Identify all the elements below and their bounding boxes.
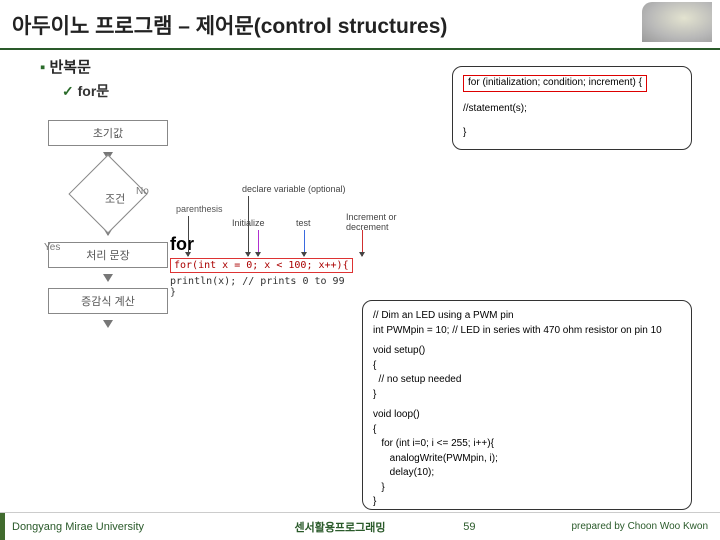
slide-title: 아두이노 프로그램 – 제어문(control structures)	[12, 10, 708, 40]
footer: Dongyang Mirae University 센서활용프로그래밍 59 p…	[0, 512, 720, 540]
ex-line: {	[373, 359, 681, 374]
ex-line: analogWrite(PWMpin, i);	[373, 452, 681, 467]
bullet1-text: 반복문	[50, 59, 91, 76]
example-panel: // Dim an LED using a PWM pin int PWMpin…	[362, 300, 692, 510]
flow-init: 초기값	[48, 120, 168, 146]
arrow-icon	[103, 320, 113, 328]
ex-line: }	[373, 495, 681, 510]
ex-line: void setup()	[373, 344, 681, 359]
illus-code: for(int x = 0; x < 100; x++){	[170, 258, 353, 273]
illus-println: println(x); // prints 0 to 99	[170, 276, 345, 287]
bullet2-text: for문	[78, 83, 110, 99]
ex-line: }	[373, 388, 681, 403]
arrow-icon	[258, 230, 259, 256]
ex-line: for (int i=0; i <= 255; i++){	[373, 437, 681, 452]
label-parenthesis: parenthesis	[176, 204, 223, 214]
flow-proc: 처리 문장	[48, 242, 168, 268]
arrow-icon	[248, 196, 249, 256]
logo-image	[642, 2, 712, 42]
flow-yes: Yes	[44, 242, 60, 253]
syntax-line3: }	[463, 126, 681, 141]
flowchart: 초기값 조건 Yes No 처리 문장 증감식 계산	[48, 120, 168, 334]
ex-line: // no setup needed	[373, 373, 681, 388]
syntax-line2: //statement(s);	[463, 102, 681, 117]
footer-author: prepared by Choon Woo Kwon	[489, 521, 708, 532]
arrow-icon	[304, 230, 305, 256]
footer-course: 센서활용프로그래밍	[231, 519, 450, 535]
footer-page: 59	[449, 521, 489, 533]
arrow-icon	[103, 274, 113, 282]
ex-line: void loop()	[373, 408, 681, 423]
ex-line: }	[373, 481, 681, 496]
ex-line: {	[373, 423, 681, 438]
ex-line: // Dim an LED using a PWM pin	[373, 309, 681, 324]
arrow-icon	[362, 230, 363, 256]
flow-step: 증감식 계산	[48, 288, 168, 314]
arrow-icon	[188, 216, 189, 256]
syntax-line1: for (initialization; condition; incremen…	[463, 75, 647, 92]
flow-cond: 조건	[87, 170, 143, 206]
illus-close: }	[170, 287, 345, 298]
ex-line: int PWMpin = 10; // LED in series with 4…	[373, 324, 681, 339]
label-incr: Increment or decrement	[346, 212, 406, 232]
syntax-panel: for (initialization; condition; incremen…	[452, 66, 692, 150]
label-test: test	[296, 218, 311, 228]
flow-no: No	[136, 186, 149, 197]
footer-university: Dongyang Mirae University	[12, 521, 231, 533]
label-declare: declare variable (optional)	[242, 184, 346, 194]
ex-line: delay(10);	[373, 466, 681, 481]
